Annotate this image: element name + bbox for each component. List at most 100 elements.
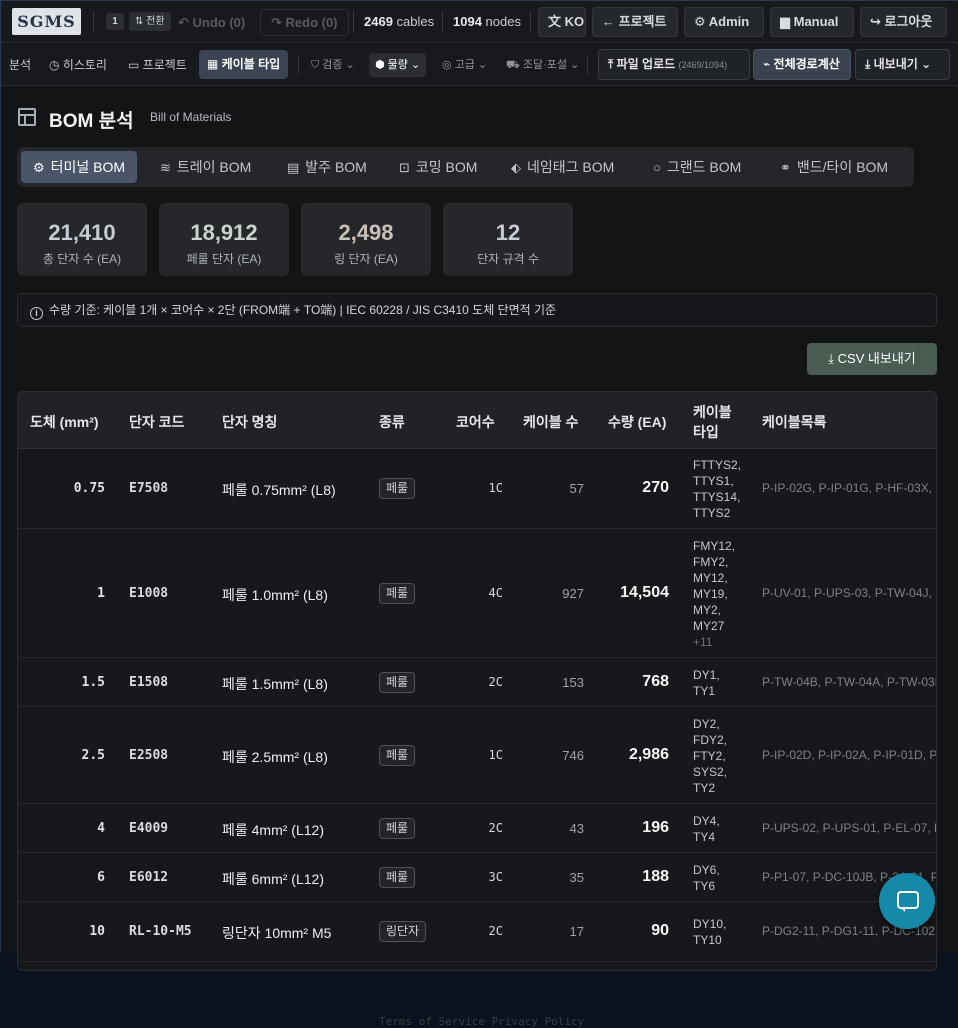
nav-quantity-dropdown[interactable]: ⬢ 물량 ⌄ (369, 53, 427, 77)
redo-button[interactable]: ↷ Redo (0) (260, 9, 349, 36)
cable-count: 746 (562, 748, 584, 763)
tab-coaming-bom[interactable]: ⊡ 코밍 BOM (393, 151, 483, 183)
stat-value: 18,912 (190, 220, 258, 245)
cables-label: cables (396, 14, 435, 29)
nav-history[interactable]: ◷ 히스토리 (49, 54, 107, 76)
table-row[interactable]: 6 E6012 페룰 6mm² (L12) 페룰 3C 35 188 DY6, TY6 P-P1-… (18, 853, 936, 902)
footer-links[interactable]: Terms of Service Privacy Policy (379, 1015, 584, 1028)
tab-label: 그랜드 BOM (666, 159, 742, 175)
route-all-button[interactable]: ⌁ 전체경로계산 (753, 49, 851, 80)
header-types-line2[interactable]: 타입 (693, 422, 719, 442)
cable-types: DY10, TY10 (693, 916, 753, 948)
header-types-line1[interactable]: 케이블 (693, 402, 732, 422)
tab-tray-bom[interactable]: ≋ 트레이 BOM (154, 151, 257, 183)
table-row[interactable]: 0.75 E7508 페룰 0.75mm² (L8) 페룰 1C 57 270 FTTYS2,… (18, 449, 936, 529)
cable-count: 153 (562, 675, 584, 690)
core-count: 2C (488, 924, 503, 938)
info-banner: i 수량 기준: 케이블 1개 × 코어수 × 2단 (FROM端 + TO端) … (17, 293, 937, 327)
core-count: 2C (488, 821, 503, 835)
manual-button[interactable]: ▆ Manual (770, 7, 854, 37)
header-list[interactable]: 케이블목록 (762, 412, 826, 432)
header-size[interactable]: 도체 (mm²) (30, 412, 99, 432)
cable-types: DY4, TY4 (693, 813, 753, 845)
cable-type: FTTYS2, (693, 458, 742, 472)
table-row[interactable]: 2.5 E2508 페룰 2.5mm² (L8) 페룰 1C 746 2,986 DY2, FD… (18, 707, 936, 804)
tag-icon: ⬖ (511, 160, 521, 175)
cable-type: FMY2, (693, 555, 729, 569)
core-count: 1C (488, 748, 503, 762)
cable-count: 43 (569, 821, 584, 836)
chat-button[interactable] (879, 873, 935, 929)
table-row[interactable]: 1.5 E1508 페룰 1.5mm² (L8) 페룰 2C 153 768 DY1, TY1 P… (18, 658, 936, 707)
tab-label: 밴드/타이 BOM (796, 159, 889, 175)
quantity: 270 (642, 479, 669, 496)
nodes-stat: 1094 nodes (453, 14, 521, 29)
tab-label: 터미널 BOM (50, 159, 126, 175)
conductor-size: 2.5 (81, 748, 105, 763)
admin-button[interactable]: ⚙ Admin (684, 7, 764, 37)
logout-button[interactable]: ↪ 로그아웃 (860, 7, 947, 37)
tab-terminal-bom[interactable]: ⚙ 터미널 BOM (21, 151, 138, 183)
terminal-code: E4009 (129, 821, 169, 836)
terminal-code: E1008 (129, 586, 169, 601)
terminal-code: E2508 (129, 748, 169, 763)
nav-verify-dropdown[interactable]: ⛉ 검증 ⌄ (311, 54, 355, 76)
stat-card-ferrule: 18,912 페룰 단자 (EA) (159, 203, 289, 276)
cable-type: FMY12, (693, 539, 736, 553)
terminal-name: 페룰 6mm² (L12) (222, 871, 324, 887)
type-badge: 페룰 (379, 672, 416, 693)
terminal-code: E1508 (129, 675, 169, 690)
terminal-name: 페룰 1.5mm² (L8) (222, 676, 328, 692)
language-button[interactable]: 文 KO (538, 7, 586, 37)
export-dropdown[interactable]: ⤓ 내보내기 ⌄ (855, 49, 950, 80)
table-row[interactable]: 10 RL-10-M5 링단자 10mm² M5 링단자 2C 17 90 DY10, TY10… (18, 902, 936, 962)
cable-types: DY6, TY6 (693, 862, 753, 894)
conductor-size: 0.75 (73, 481, 105, 496)
cable-count: 17 (569, 924, 584, 939)
table-header: 도체 (mm²) 단자 코드 단자 명칭 종류 코어수 케이블 수 수량 (EA… (18, 392, 936, 449)
cable-type: MY19, (693, 587, 728, 601)
tab-band-tie-bom[interactable]: ⚭ 밴드/타이 BOM (774, 151, 894, 183)
switch-button[interactable]: ⇅ 전환 (129, 12, 171, 31)
tab-gland-bom[interactable]: ○ 그랜드 BOM (647, 151, 747, 183)
header-cables[interactable]: 케이블 수 (523, 412, 578, 432)
cable-type: DY4, (693, 814, 720, 828)
cable-type: MY12, (693, 571, 728, 585)
header-name[interactable]: 단자 명칭 (222, 412, 277, 432)
cable-type: SYS2, (693, 765, 728, 779)
stat-value: 21,410 (48, 220, 116, 245)
nav-procure-dropdown[interactable]: ⛟ 조달·포설 ⌄ (506, 54, 579, 76)
project-back-button[interactable]: ← 프로젝트 (592, 7, 678, 37)
nav-cable-type[interactable]: ▦ 케이블 타입 (199, 50, 289, 79)
table-row[interactable]: 1 E1008 페룰 1.0mm² (L8) 페룰 4C 927 14,504 FMY12, F… (18, 529, 936, 658)
cable-type: TY2 (693, 781, 716, 795)
file-upload-button[interactable]: ⤒ 파일 업로드 (2469/1094) (598, 49, 750, 80)
tab-nametag-bom[interactable]: ⬖ 네임태그 BOM (505, 151, 620, 183)
nav-analysis[interactable]: 분석 (9, 54, 31, 76)
core-count: 4C (488, 586, 503, 600)
count-badge: 1 (106, 13, 124, 30)
cable-types: FMY12, FMY2, MY12, MY19, MY2, MY27 +11 (693, 538, 753, 650)
cable-type: TY10 (693, 933, 722, 947)
type-badge: 페룰 (379, 478, 416, 499)
tab-label: 네임태그 BOM (527, 159, 615, 175)
cable-count: 57 (569, 481, 584, 496)
nav-project[interactable]: ▭ 프로젝트 (128, 54, 187, 76)
conductor-size: 10 (89, 924, 105, 939)
nav-advanced-dropdown[interactable]: ◎ 고급 ⌄ (442, 54, 487, 76)
box-icon: ⊡ (399, 160, 410, 175)
header-qty[interactable]: 수량 (EA) (608, 412, 666, 432)
header-code[interactable]: 단자 코드 (129, 412, 184, 432)
more-types[interactable]: +11 (693, 634, 753, 650)
app-logo[interactable]: SGMS (12, 8, 81, 35)
table-row[interactable]: 4 E4009 페룰 4mm² (L12) 페룰 2C 43 196 DY4, TY4 P-UPS… (18, 804, 936, 853)
csv-export-button[interactable]: ⤓ CSV 내보내기 (807, 343, 937, 375)
document-icon: ▤ (287, 160, 300, 175)
header-kind[interactable]: 종류 (379, 412, 405, 432)
cable-type: DY6, (693, 863, 720, 877)
header-core[interactable]: 코어수 (456, 412, 495, 432)
undo-button[interactable]: ↶ Undo (0) (177, 9, 256, 36)
tab-order-bom[interactable]: ▤ 발주 BOM (281, 151, 373, 183)
cable-types: DY1, TY1 (693, 667, 753, 699)
app-window: SGMS 1 ⇅ 전환 ↶ Undo (0) ↷ Redo (0) 2469 c… (0, 0, 958, 1028)
